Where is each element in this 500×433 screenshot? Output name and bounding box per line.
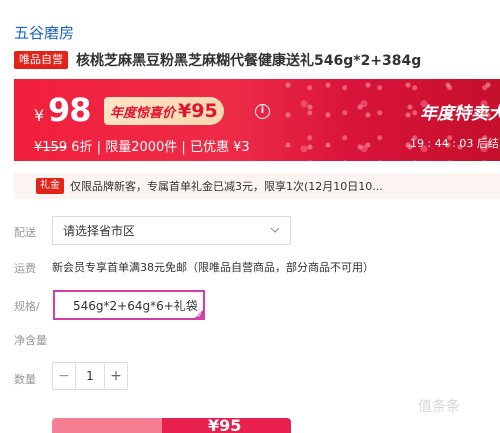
spec-option-label: 546g*2+64g*6+礼袋 — [73, 298, 198, 313]
buy-now-button[interactable]: ¥95 — [162, 418, 291, 433]
brand-link[interactable]: 五谷磨房 — [14, 22, 74, 43]
shipping-text: 新会员专享首单满38元免邮（限唯品自营商品，部分商品不可用） — [52, 261, 374, 274]
price-currency: ¥ — [34, 106, 45, 125]
saved-text: 已优惠 ¥3 — [189, 140, 250, 155]
original-price: ¥159 — [34, 140, 68, 155]
watermark: 值条条 — [418, 399, 460, 415]
delivery-placeholder: 请选择省市区 — [63, 224, 136, 238]
countdown-timer: 19 : 44 : 03 后结 — [410, 137, 499, 150]
price-banner: ¥ 98 年度惊喜价 ¥95 i ¥159 6折 | 限量2000件 | 已优惠… — [14, 79, 500, 161]
shipping-label: 运费 — [14, 262, 36, 275]
self-operated-badge: 唯品自营 — [14, 51, 68, 69]
discount-text: 6折 — [71, 140, 93, 155]
separator: | — [96, 140, 102, 155]
quantity-stepper: − 1 + — [52, 362, 128, 390]
delivery-label: 配送 — [14, 226, 36, 239]
separator: | — [181, 140, 186, 155]
coupon-text: 仅限品牌新客，专属首单礼金已减3元，限享1次(12月10日10... — [70, 180, 383, 193]
net-content-label: 净含量 — [14, 334, 47, 347]
quantity-input[interactable]: 1 — [75, 363, 105, 389]
price-details: ¥159 6折 | 限量2000件 | 已优惠 ¥3 — [34, 136, 250, 155]
quantity-label: 数量 — [14, 373, 36, 386]
coupon-badge: 礼金 — [36, 178, 64, 194]
info-icon[interactable]: i — [255, 104, 270, 119]
annual-price-tag: 年度惊喜价 ¥95 — [104, 97, 224, 125]
quantity-minus-button[interactable]: − — [53, 363, 75, 389]
chevron-down-icon — [270, 225, 280, 236]
spec-option-selected[interactable]: 546g*2+64g*6+礼袋 ✓ — [53, 290, 205, 320]
buy-original-button[interactable] — [52, 418, 162, 433]
product-title-row: 唯品自营 核桃芝麻黑豆粉黑芝麻糊代餐健康送礼546g*2+384g — [14, 50, 421, 70]
limit-text: 限量2000件 — [105, 140, 178, 155]
check-icon: ✓ — [196, 311, 203, 320]
spec-label: 规格/ — [14, 300, 40, 313]
product-title: 核桃芝麻黑豆粉黑芝麻糊代餐健康送礼546g*2+384g — [76, 53, 422, 69]
current-price: 98 — [48, 91, 92, 129]
annual-price-value: ¥95 — [178, 100, 218, 122]
coupon-bar[interactable]: 礼金 仅限品牌新客，专属首单礼金已减3元，限享1次(12月10日10... — [14, 173, 500, 199]
buy-now-price: ¥95 — [208, 418, 242, 433]
quantity-plus-button[interactable]: + — [105, 363, 127, 389]
annual-price-label: 年度惊喜价 — [110, 105, 176, 121]
delivery-region-select[interactable]: 请选择省市区 — [52, 216, 291, 245]
sale-event-title: 年度特卖大 — [420, 104, 500, 124]
